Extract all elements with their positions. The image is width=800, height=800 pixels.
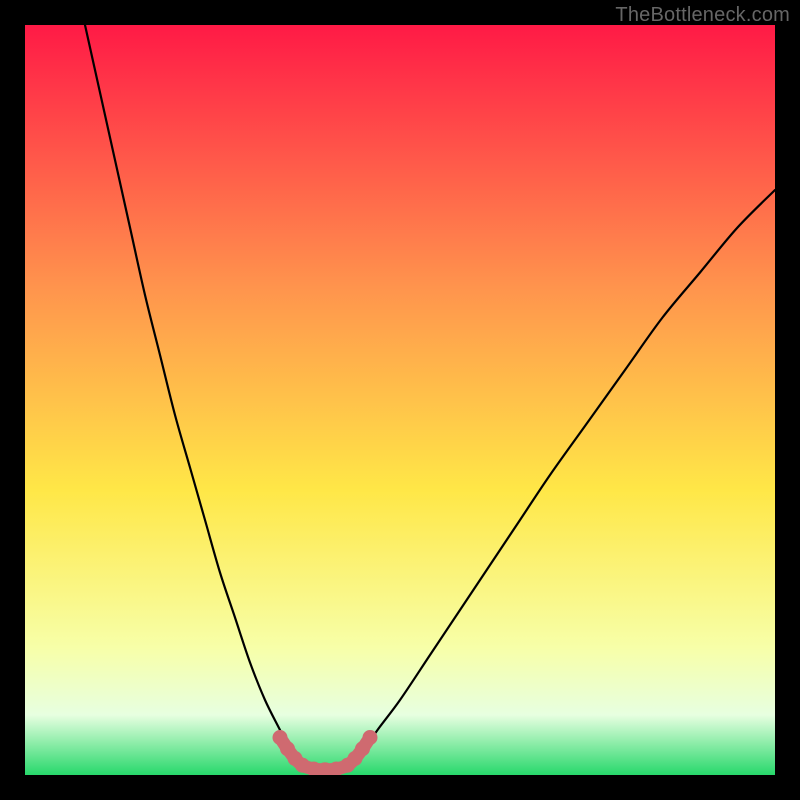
left-branch-curve: [85, 25, 291, 753]
chart-frame: TheBottleneck.com: [0, 0, 800, 800]
trough-marker-dots: [273, 730, 378, 775]
trough-marker-dot: [363, 730, 378, 745]
plot-area: [25, 25, 775, 775]
right-branch-curve: [363, 190, 776, 753]
curve-layer: [25, 25, 775, 775]
watermark-text: TheBottleneck.com: [615, 4, 790, 27]
